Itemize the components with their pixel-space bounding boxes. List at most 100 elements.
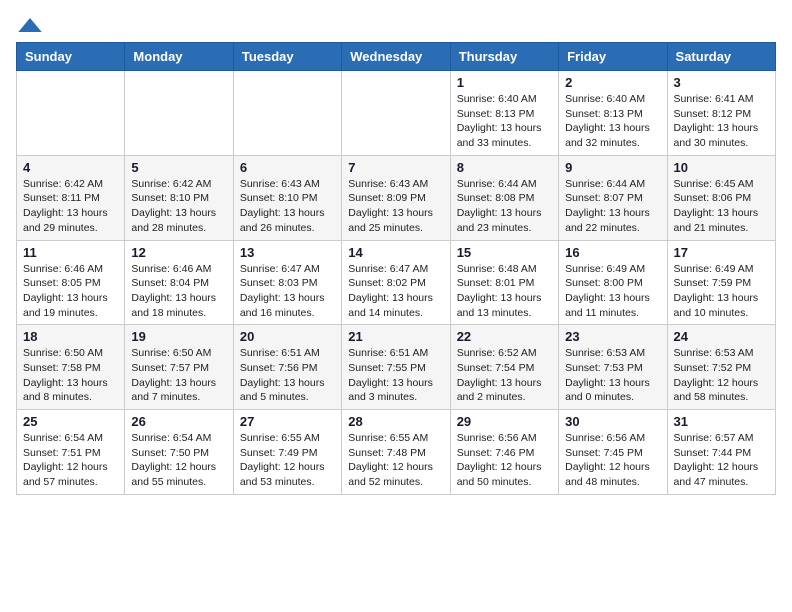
day-info: Sunrise: 6:46 AMSunset: 8:05 PMDaylight:… bbox=[23, 262, 118, 321]
calendar-cell: 23 Sunrise: 6:53 AMSunset: 7:53 PMDayligh… bbox=[559, 325, 667, 410]
day-info: Sunrise: 6:49 AMSunset: 8:00 PMDaylight:… bbox=[565, 262, 660, 321]
calendar-cell bbox=[342, 71, 450, 156]
day-number: 6 bbox=[240, 160, 335, 175]
day-info: Sunrise: 6:49 AMSunset: 7:59 PMDaylight:… bbox=[674, 262, 769, 321]
day-number: 8 bbox=[457, 160, 552, 175]
calendar-cell: 25 Sunrise: 6:54 AMSunset: 7:51 PMDayligh… bbox=[17, 410, 125, 495]
calendar-table: SundayMondayTuesdayWednesdayThursdayFrid… bbox=[16, 42, 776, 495]
day-info: Sunrise: 6:47 AMSunset: 8:03 PMDaylight:… bbox=[240, 262, 335, 321]
day-info: Sunrise: 6:50 AMSunset: 7:57 PMDaylight:… bbox=[131, 346, 226, 405]
day-number: 10 bbox=[674, 160, 769, 175]
day-header-thursday: Thursday bbox=[450, 43, 558, 71]
calendar-cell: 3 Sunrise: 6:41 AMSunset: 8:12 PMDaylight… bbox=[667, 71, 775, 156]
day-number: 23 bbox=[565, 329, 660, 344]
day-info: Sunrise: 6:51 AMSunset: 7:56 PMDaylight:… bbox=[240, 346, 335, 405]
day-info: Sunrise: 6:40 AMSunset: 8:13 PMDaylight:… bbox=[457, 92, 552, 151]
day-number: 5 bbox=[131, 160, 226, 175]
day-number: 3 bbox=[674, 75, 769, 90]
day-info: Sunrise: 6:56 AMSunset: 7:45 PMDaylight:… bbox=[565, 431, 660, 490]
day-number: 24 bbox=[674, 329, 769, 344]
day-info: Sunrise: 6:48 AMSunset: 8:01 PMDaylight:… bbox=[457, 262, 552, 321]
day-info: Sunrise: 6:41 AMSunset: 8:12 PMDaylight:… bbox=[674, 92, 769, 151]
day-info: Sunrise: 6:56 AMSunset: 7:46 PMDaylight:… bbox=[457, 431, 552, 490]
calendar-cell: 22 Sunrise: 6:52 AMSunset: 7:54 PMDayligh… bbox=[450, 325, 558, 410]
calendar-cell: 24 Sunrise: 6:53 AMSunset: 7:52 PMDayligh… bbox=[667, 325, 775, 410]
day-number: 31 bbox=[674, 414, 769, 429]
day-number: 17 bbox=[674, 245, 769, 260]
logo bbox=[16, 16, 42, 32]
day-info: Sunrise: 6:55 AMSunset: 7:48 PMDaylight:… bbox=[348, 431, 443, 490]
day-info: Sunrise: 6:42 AMSunset: 8:11 PMDaylight:… bbox=[23, 177, 118, 236]
day-info: Sunrise: 6:46 AMSunset: 8:04 PMDaylight:… bbox=[131, 262, 226, 321]
calendar-cell: 5 Sunrise: 6:42 AMSunset: 8:10 PMDaylight… bbox=[125, 155, 233, 240]
day-header-friday: Friday bbox=[559, 43, 667, 71]
day-header-monday: Monday bbox=[125, 43, 233, 71]
calendar-cell: 31Sunrise: 6:57 AMSunset: 7:44 PMDayligh… bbox=[667, 410, 775, 495]
calendar-cell bbox=[17, 71, 125, 156]
day-info: Sunrise: 6:55 AMSunset: 7:49 PMDaylight:… bbox=[240, 431, 335, 490]
day-number: 20 bbox=[240, 329, 335, 344]
day-info: Sunrise: 6:53 AMSunset: 7:53 PMDaylight:… bbox=[565, 346, 660, 405]
day-info: Sunrise: 6:53 AMSunset: 7:52 PMDaylight:… bbox=[674, 346, 769, 405]
day-number: 14 bbox=[348, 245, 443, 260]
day-header-wednesday: Wednesday bbox=[342, 43, 450, 71]
logo-arrow-icon bbox=[18, 18, 42, 32]
day-number: 13 bbox=[240, 245, 335, 260]
day-number: 30 bbox=[565, 414, 660, 429]
day-number: 2 bbox=[565, 75, 660, 90]
day-number: 27 bbox=[240, 414, 335, 429]
day-info: Sunrise: 6:47 AMSunset: 8:02 PMDaylight:… bbox=[348, 262, 443, 321]
calendar-cell: 6Sunrise: 6:43 AMSunset: 8:10 PMDaylight… bbox=[233, 155, 341, 240]
day-info: Sunrise: 6:54 AMSunset: 7:51 PMDaylight:… bbox=[23, 431, 118, 490]
day-info: Sunrise: 6:44 AMSunset: 8:08 PMDaylight:… bbox=[457, 177, 552, 236]
calendar-cell: 7 Sunrise: 6:43 AMSunset: 8:09 PMDaylight… bbox=[342, 155, 450, 240]
calendar-cell: 28 Sunrise: 6:55 AMSunset: 7:48 PMDayligh… bbox=[342, 410, 450, 495]
calendar-cell: 10 Sunrise: 6:45 AMSunset: 8:06 PMDayligh… bbox=[667, 155, 775, 240]
calendar-cell: 26 Sunrise: 6:54 AMSunset: 7:50 PMDayligh… bbox=[125, 410, 233, 495]
day-number: 26 bbox=[131, 414, 226, 429]
calendar-cell: 8 Sunrise: 6:44 AMSunset: 8:08 PMDaylight… bbox=[450, 155, 558, 240]
day-number: 12 bbox=[131, 245, 226, 260]
calendar-cell: 19 Sunrise: 6:50 AMSunset: 7:57 PMDayligh… bbox=[125, 325, 233, 410]
calendar-cell: 12 Sunrise: 6:46 AMSunset: 8:04 PMDayligh… bbox=[125, 240, 233, 325]
calendar-cell: 2Sunrise: 6:40 AMSunset: 8:13 PMDaylight… bbox=[559, 71, 667, 156]
day-number: 16 bbox=[565, 245, 660, 260]
day-header-tuesday: Tuesday bbox=[233, 43, 341, 71]
day-number: 9 bbox=[565, 160, 660, 175]
day-number: 15 bbox=[457, 245, 552, 260]
calendar-cell: 30 Sunrise: 6:56 AMSunset: 7:45 PMDayligh… bbox=[559, 410, 667, 495]
day-info: Sunrise: 6:43 AMSunset: 8:09 PMDaylight:… bbox=[348, 177, 443, 236]
day-info: Sunrise: 6:42 AMSunset: 8:10 PMDaylight:… bbox=[131, 177, 226, 236]
calendar-cell: 27 Sunrise: 6:55 AMSunset: 7:49 PMDayligh… bbox=[233, 410, 341, 495]
day-number: 7 bbox=[348, 160, 443, 175]
calendar-cell: 18 Sunrise: 6:50 AMSunset: 7:58 PMDayligh… bbox=[17, 325, 125, 410]
day-info: Sunrise: 6:50 AMSunset: 7:58 PMDaylight:… bbox=[23, 346, 118, 405]
day-number: 22 bbox=[457, 329, 552, 344]
calendar-cell: 21 Sunrise: 6:51 AMSunset: 7:55 PMDayligh… bbox=[342, 325, 450, 410]
day-number: 11 bbox=[23, 245, 118, 260]
day-number: 25 bbox=[23, 414, 118, 429]
calendar-cell: 1 Sunrise: 6:40 AMSunset: 8:13 PMDaylight… bbox=[450, 71, 558, 156]
day-number: 29 bbox=[457, 414, 552, 429]
day-number: 1 bbox=[457, 75, 552, 90]
calendar-cell: 9Sunrise: 6:44 AMSunset: 8:07 PMDaylight… bbox=[559, 155, 667, 240]
day-info: Sunrise: 6:51 AMSunset: 7:55 PMDaylight:… bbox=[348, 346, 443, 405]
calendar-cell: 14 Sunrise: 6:47 AMSunset: 8:02 PMDayligh… bbox=[342, 240, 450, 325]
day-number: 28 bbox=[348, 414, 443, 429]
calendar-cell: 13 Sunrise: 6:47 AMSunset: 8:03 PMDayligh… bbox=[233, 240, 341, 325]
page-header bbox=[16, 16, 776, 32]
calendar-cell: 16 Sunrise: 6:49 AMSunset: 8:00 PMDayligh… bbox=[559, 240, 667, 325]
day-number: 21 bbox=[348, 329, 443, 344]
calendar-cell bbox=[233, 71, 341, 156]
day-number: 18 bbox=[23, 329, 118, 344]
calendar-cell: 4Sunrise: 6:42 AMSunset: 8:11 PMDaylight… bbox=[17, 155, 125, 240]
calendar-cell: 20 Sunrise: 6:51 AMSunset: 7:56 PMDayligh… bbox=[233, 325, 341, 410]
day-number: 19 bbox=[131, 329, 226, 344]
day-header-saturday: Saturday bbox=[667, 43, 775, 71]
day-info: Sunrise: 6:45 AMSunset: 8:06 PMDaylight:… bbox=[674, 177, 769, 236]
calendar-cell: 15 Sunrise: 6:48 AMSunset: 8:01 PMDayligh… bbox=[450, 240, 558, 325]
calendar-cell bbox=[125, 71, 233, 156]
day-info: Sunrise: 6:52 AMSunset: 7:54 PMDaylight:… bbox=[457, 346, 552, 405]
calendar-cell: 11 Sunrise: 6:46 AMSunset: 8:05 PMDayligh… bbox=[17, 240, 125, 325]
day-info: Sunrise: 6:54 AMSunset: 7:50 PMDaylight:… bbox=[131, 431, 226, 490]
